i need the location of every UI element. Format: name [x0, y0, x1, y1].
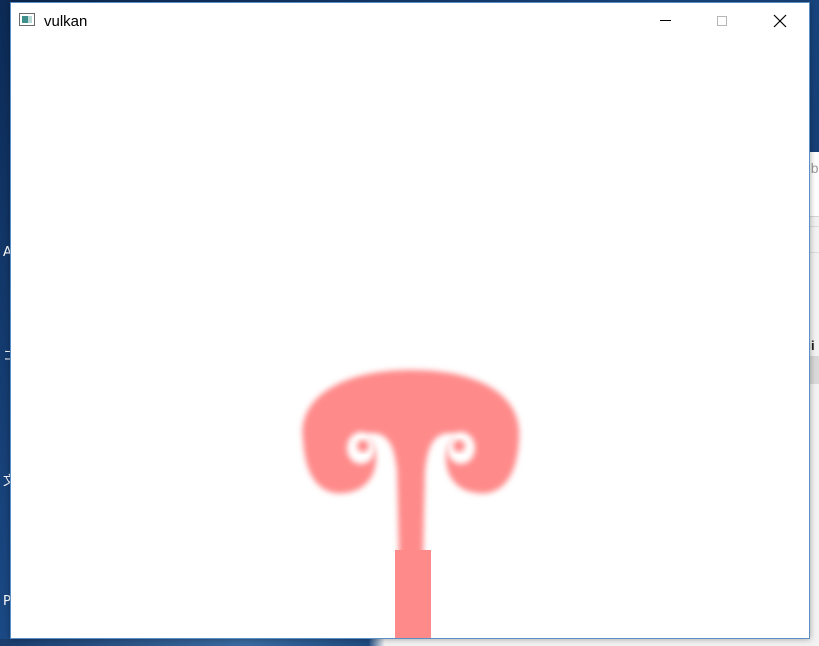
fluid-plume-render — [302, 370, 520, 638]
app-window-icon[interactable] — [19, 13, 35, 26]
vulkan-render-surface[interactable] — [11, 38, 809, 638]
plume-shape — [302, 370, 520, 558]
maximize-icon — [717, 15, 727, 26]
window-title: vulkan — [44, 13, 88, 30]
taskbar-strip — [0, 639, 819, 646]
minimize-icon — [659, 20, 671, 21]
title-bar[interactable]: vulkan — [11, 3, 809, 38]
minimize-button[interactable] — [636, 3, 694, 38]
maximize-button[interactable] — [693, 3, 751, 38]
vulkan-window[interactable]: vulkan — [10, 2, 810, 639]
close-button[interactable] — [751, 3, 809, 38]
app-icon-part — [28, 16, 32, 23]
plume-stem — [395, 550, 431, 638]
close-icon — [773, 14, 787, 27]
